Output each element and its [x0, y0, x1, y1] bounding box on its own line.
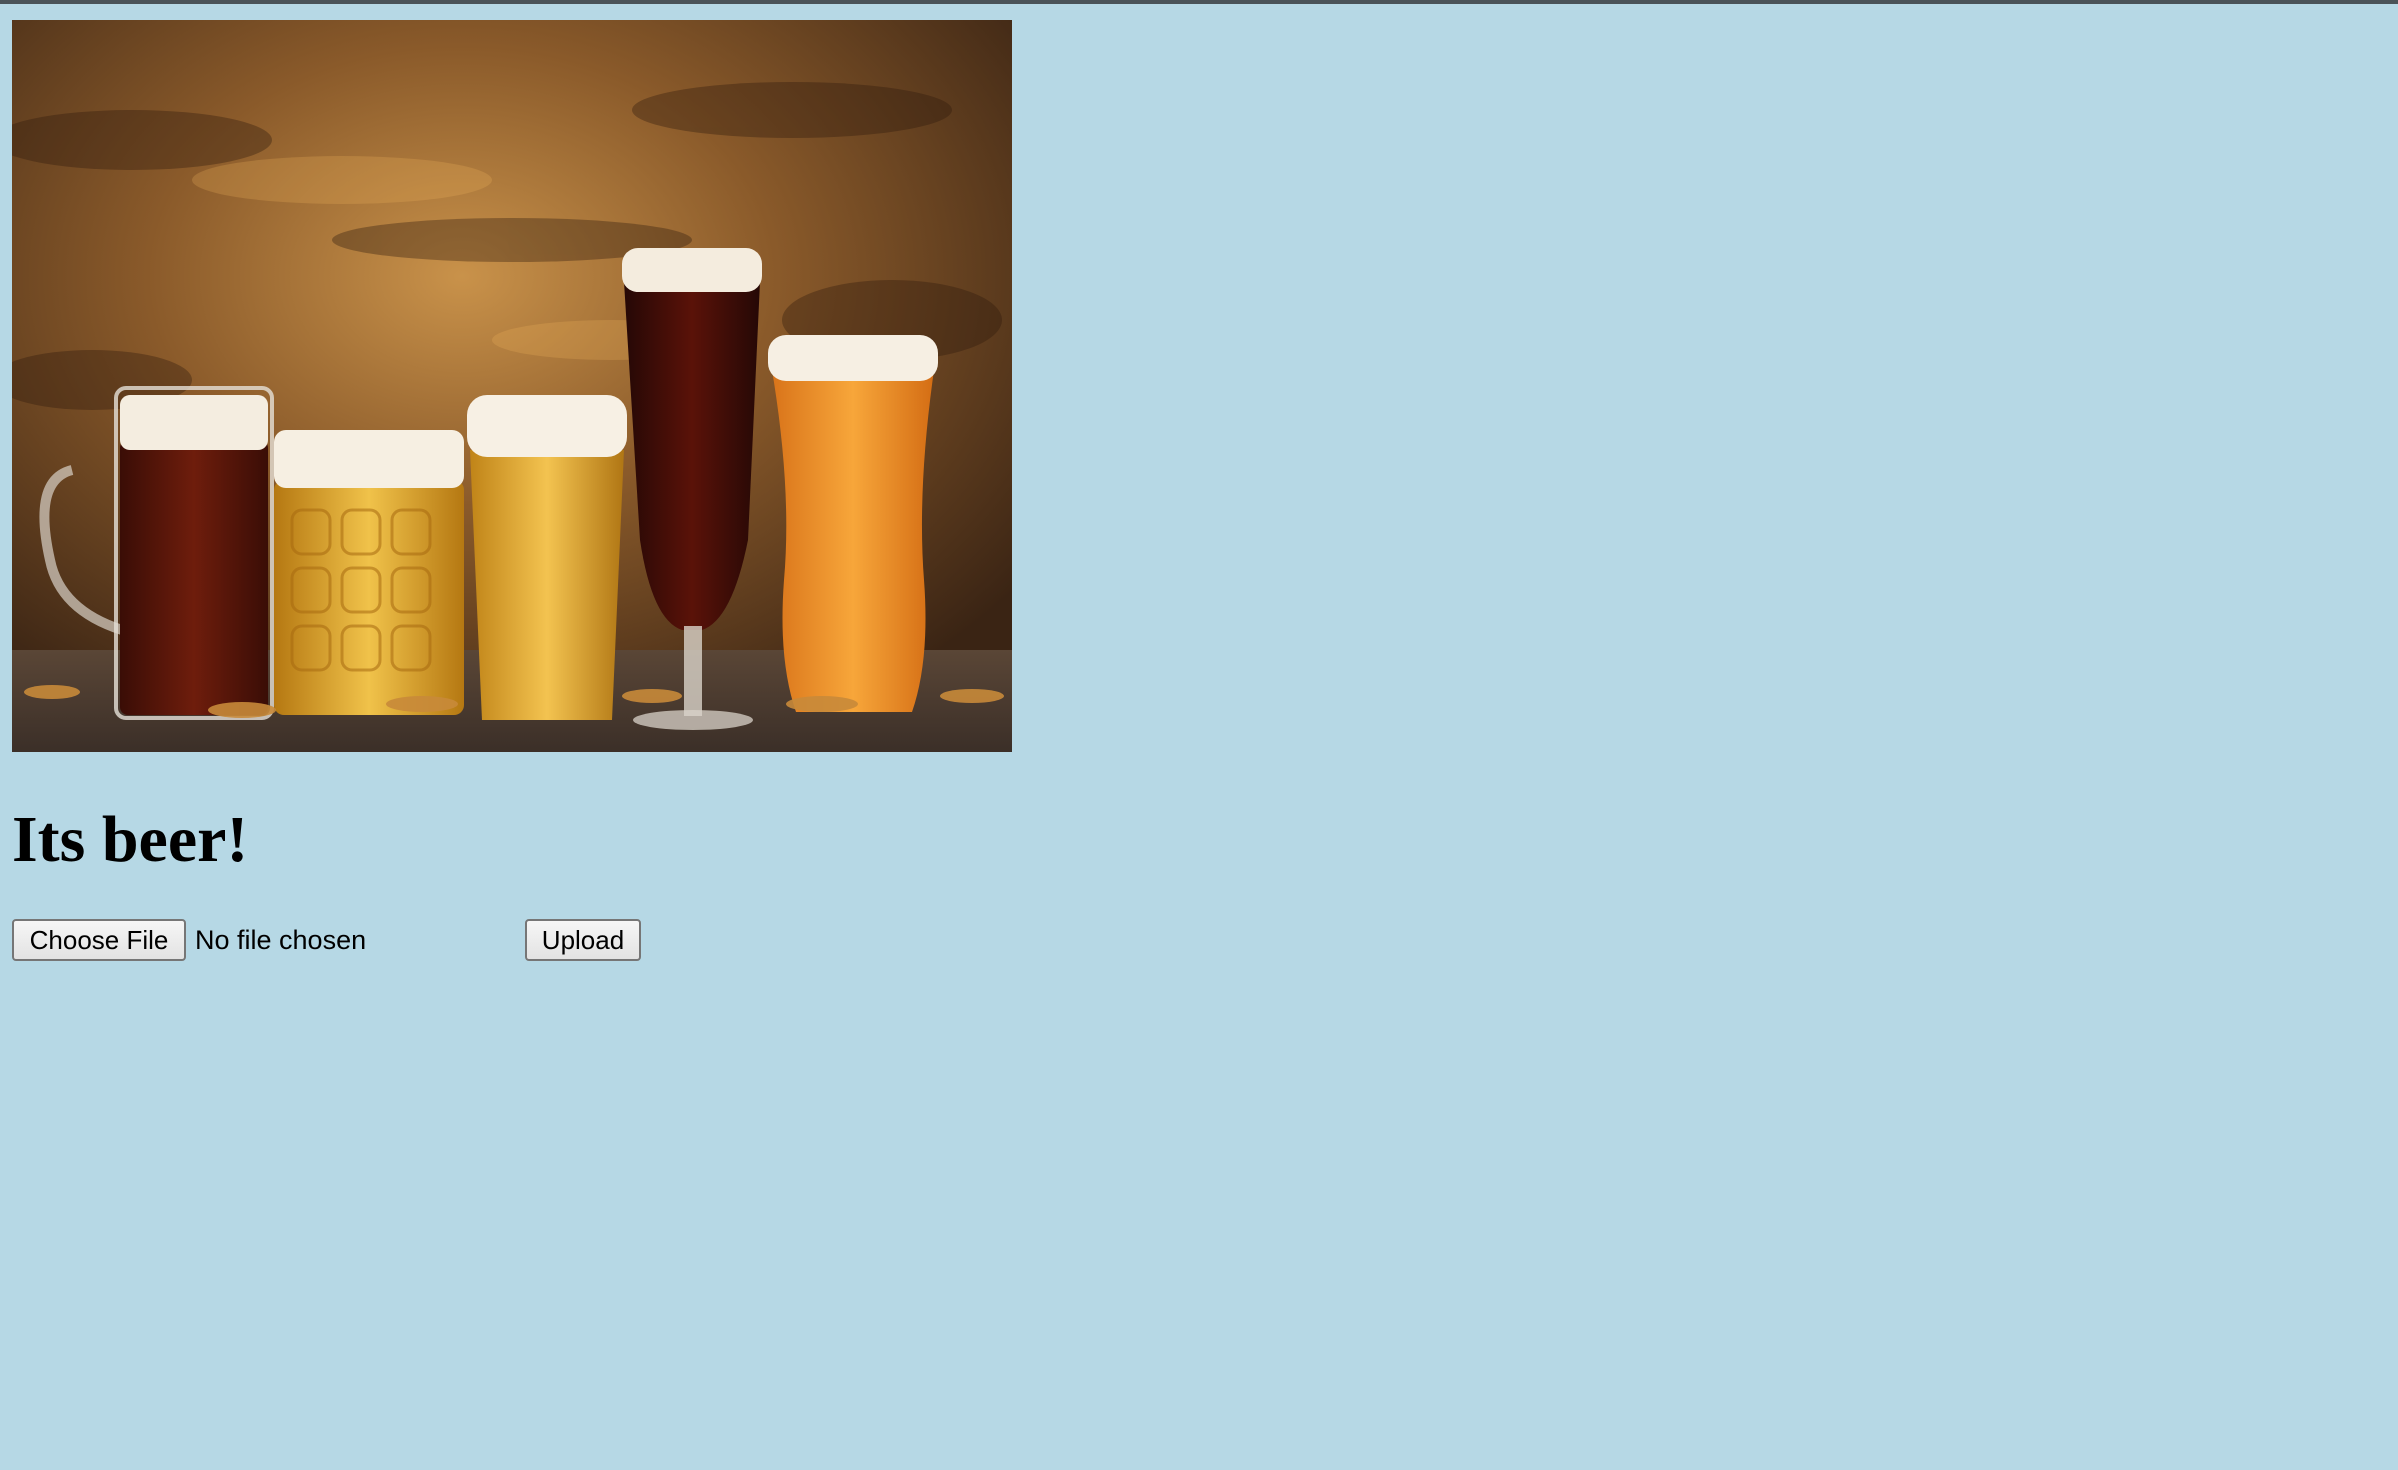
upload-button[interactable]: Upload — [525, 919, 641, 961]
choose-file-button[interactable]: Choose File — [12, 919, 186, 961]
window-top-border — [0, 0, 2398, 4]
page-heading: Its beer! — [12, 803, 249, 876]
file-status-text: No file chosen — [195, 925, 367, 955]
beer-glasses-image — [12, 20, 1012, 752]
